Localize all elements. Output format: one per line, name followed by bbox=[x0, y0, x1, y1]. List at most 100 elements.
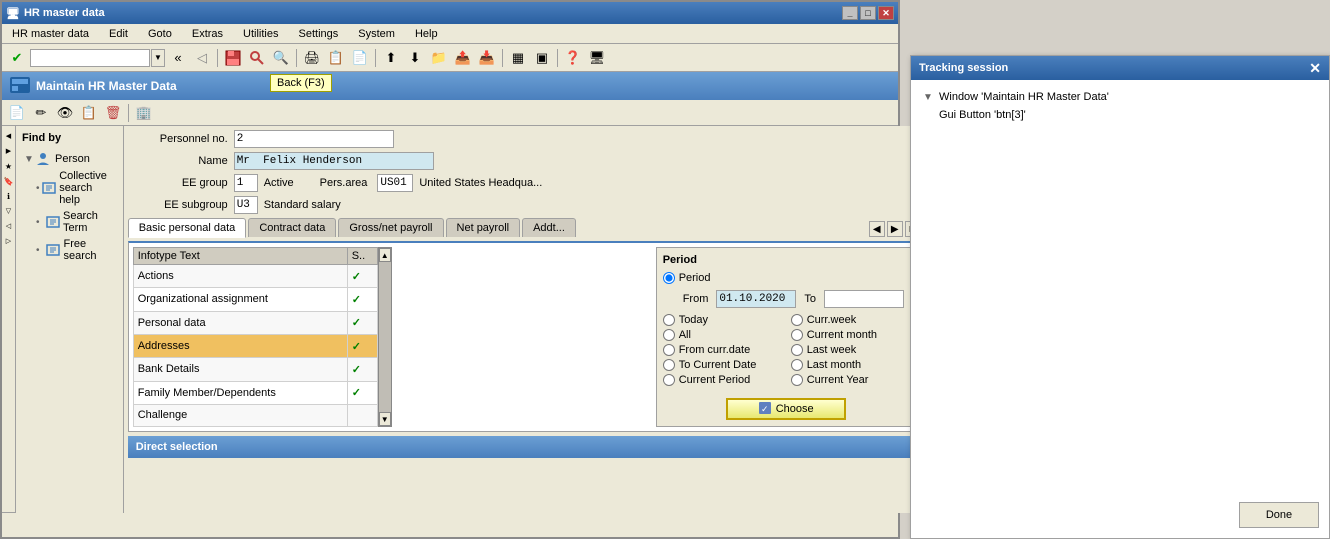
choose-button[interactable]: ✓ Choose bbox=[726, 398, 846, 420]
copy-record-icon[interactable]: 📋 bbox=[78, 102, 100, 124]
all-label: All bbox=[679, 329, 691, 341]
ee-subgroup-input[interactable] bbox=[234, 196, 258, 214]
print-icon[interactable]: 🖨 bbox=[301, 47, 323, 69]
nav-right-icon[interactable]: ▶ bbox=[3, 145, 15, 157]
org-icon[interactable]: 🏢 bbox=[133, 102, 155, 124]
last-month-radio[interactable] bbox=[791, 359, 803, 371]
menu-goto[interactable]: Goto bbox=[142, 26, 178, 42]
tab-contract-data[interactable]: Contract data bbox=[248, 218, 336, 237]
period-radio[interactable] bbox=[663, 272, 675, 284]
from-curr-date-radio[interactable] bbox=[663, 344, 675, 356]
table-row[interactable]: Actions ✓ bbox=[133, 265, 377, 288]
ee-group-input[interactable] bbox=[234, 174, 258, 192]
tracking-tree-window[interactable]: ▼ Window 'Maintain HR Master Data' bbox=[919, 88, 1321, 106]
save-icon[interactable] bbox=[222, 47, 244, 69]
tracking-close-button[interactable]: ✕ bbox=[1309, 61, 1321, 75]
download-icon[interactable]: ⬇ bbox=[404, 47, 426, 69]
tab-net-payroll[interactable]: Net payroll bbox=[446, 218, 521, 237]
table-row-selected[interactable]: Addresses ✓ bbox=[133, 334, 377, 357]
tracking-tree-gui-button[interactable]: Gui Button 'btn[3]' bbox=[919, 106, 1321, 124]
last-week-radio[interactable] bbox=[791, 344, 803, 356]
menu-edit[interactable]: Edit bbox=[103, 26, 134, 42]
copy-icon[interactable]: 📋 bbox=[325, 47, 347, 69]
menu-help[interactable]: Help bbox=[409, 26, 444, 42]
scroll-down-icon[interactable]: ▼ bbox=[379, 412, 391, 426]
screen-icon[interactable]: ▣ bbox=[531, 47, 553, 69]
scroll-up-icon[interactable]: ▲ bbox=[379, 248, 391, 262]
menu-hr-master-data[interactable]: HR master data bbox=[6, 26, 95, 42]
curr-week-radio[interactable] bbox=[791, 314, 803, 326]
paste-icon[interactable]: 📄 bbox=[349, 47, 371, 69]
command-input[interactable] bbox=[30, 49, 150, 67]
name-input[interactable] bbox=[234, 152, 434, 170]
status-icon[interactable]: 🖥 bbox=[586, 47, 608, 69]
current-period-radio[interactable] bbox=[663, 374, 675, 386]
tab-basic-personal-data[interactable]: Basic personal data bbox=[128, 218, 247, 238]
upload-icon[interactable]: ⬆ bbox=[380, 47, 402, 69]
done-button[interactable]: Done bbox=[1239, 502, 1319, 528]
menu-system[interactable]: System bbox=[352, 26, 401, 42]
nav-prev-prev-icon[interactable]: « bbox=[167, 47, 189, 69]
personnel-no-label: Personnel no. bbox=[128, 133, 228, 145]
tab-gross-net-payroll[interactable]: Gross/net payroll bbox=[338, 218, 443, 237]
upload2-icon[interactable]: 📤 bbox=[452, 47, 474, 69]
menu-extras[interactable]: Extras bbox=[186, 26, 229, 42]
local-icon[interactable]: 📁 bbox=[428, 47, 450, 69]
help-icon[interactable]: ❓ bbox=[562, 47, 584, 69]
tree-search-term[interactable]: • Search Term bbox=[20, 208, 119, 236]
all-radio[interactable] bbox=[663, 329, 675, 341]
svg-text:✓: ✓ bbox=[761, 404, 769, 414]
from-input[interactable] bbox=[716, 290, 796, 308]
from-curr-date-row: From curr.date bbox=[663, 344, 781, 356]
table-row[interactable]: Family Member/Dependents ✓ bbox=[133, 381, 377, 404]
tree-person[interactable]: ▼ Person bbox=[20, 150, 119, 168]
tab-nav-right-icon[interactable]: ▶ bbox=[887, 221, 903, 237]
table-row[interactable]: Bank Details ✓ bbox=[133, 358, 377, 381]
nav-prev-icon[interactable]: ◁ bbox=[191, 47, 213, 69]
tree-expand-icon: ▼ bbox=[24, 154, 36, 165]
table-scrollbar[interactable]: ▲ ▼ bbox=[378, 247, 392, 427]
bookmark-icon[interactable]: 🔖 bbox=[3, 175, 15, 187]
info-icon[interactable]: ℹ bbox=[3, 190, 15, 202]
download2-icon[interactable]: 📥 bbox=[476, 47, 498, 69]
search-term-icon bbox=[46, 215, 60, 229]
command-dropdown[interactable]: ▼ bbox=[151, 49, 165, 67]
find-next-icon[interactable]: 🔍 bbox=[270, 47, 292, 69]
find-icon[interactable] bbox=[246, 47, 268, 69]
to-current-date-label: To Current Date bbox=[679, 359, 757, 371]
scroll-track bbox=[379, 262, 391, 412]
today-radio[interactable] bbox=[663, 314, 675, 326]
tracking-expand-icon: ▼ bbox=[923, 92, 935, 103]
menu-settings[interactable]: Settings bbox=[293, 26, 345, 42]
table-row[interactable]: Challenge bbox=[133, 404, 377, 426]
personnel-no-input[interactable] bbox=[234, 130, 394, 148]
to-input[interactable] bbox=[824, 290, 904, 308]
tab-addt[interactable]: Addt... bbox=[522, 218, 576, 237]
tab-nav-left-icon[interactable]: ◀ bbox=[869, 221, 885, 237]
minimize-button[interactable]: _ bbox=[842, 6, 858, 20]
close-button[interactable]: ✕ bbox=[878, 6, 894, 20]
tab-panel: Infotype Text S.. Actions ✓ Organization… bbox=[128, 241, 921, 432]
search-help-icon bbox=[42, 181, 56, 195]
table-row[interactable]: Personal data ✓ bbox=[133, 311, 377, 334]
expand-icon[interactable]: ◁ bbox=[3, 220, 15, 232]
collapse-icon[interactable]: ▷ bbox=[3, 235, 15, 247]
display-icon[interactable]: 👁 bbox=[54, 102, 76, 124]
menu-utilities[interactable]: Utilities bbox=[237, 26, 284, 42]
tree-collective-search[interactable]: • Collective search help bbox=[20, 168, 119, 208]
new-record-icon[interactable]: 📄 bbox=[6, 102, 28, 124]
maximize-button[interactable]: □ bbox=[860, 6, 876, 20]
back-icon[interactable]: ✔ bbox=[6, 47, 28, 69]
layout-icon[interactable]: ▦ bbox=[507, 47, 529, 69]
current-year-radio[interactable] bbox=[791, 374, 803, 386]
filter-icon[interactable]: ▽ bbox=[3, 205, 15, 217]
favorites-icon[interactable]: ★ bbox=[3, 160, 15, 172]
pers-area-code[interactable] bbox=[377, 174, 413, 192]
table-row[interactable]: Organizational assignment ✓ bbox=[133, 288, 377, 311]
delete-icon[interactable]: 🗑 bbox=[102, 102, 124, 124]
current-month-radio[interactable] bbox=[791, 329, 803, 341]
tree-free-search[interactable]: • Free search bbox=[20, 236, 119, 264]
to-current-date-radio[interactable] bbox=[663, 359, 675, 371]
edit-icon[interactable]: ✏ bbox=[30, 102, 52, 124]
nav-left-icon[interactable]: ◀ bbox=[3, 130, 15, 142]
